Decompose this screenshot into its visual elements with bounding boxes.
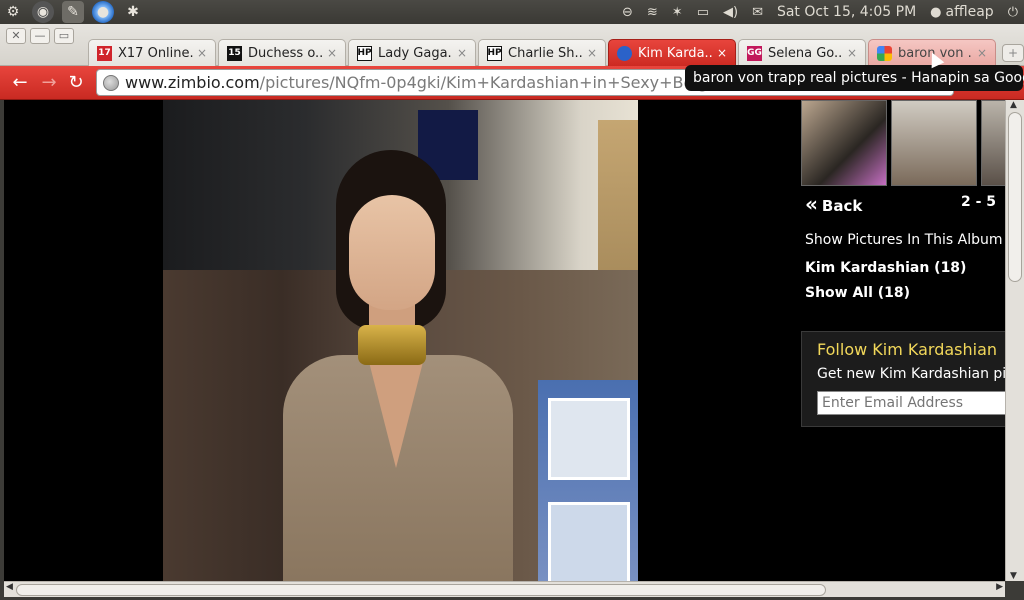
tab-tooltip: baron von trapp real pictures - Hanapin … xyxy=(685,65,1024,91)
tab-x17[interactable]: 17 X17 Online... × xyxy=(88,39,216,66)
forward-arrow-icon[interactable]: → xyxy=(37,72,61,94)
tab-duchess[interactable]: 15 Duchess o... × xyxy=(218,39,346,66)
thumbnail-strip xyxy=(801,100,1005,186)
volume-icon[interactable]: ◀) xyxy=(723,5,738,20)
close-tab-icon[interactable]: × xyxy=(327,46,337,60)
system-panel: ⚙ ◉ ✎ ● ✱ ⊖ ≋ ✶ ▭ ◀) ✉ Sat Oct 15, 4:05 … xyxy=(0,0,1024,24)
close-tab-icon[interactable]: × xyxy=(587,46,597,60)
settings-icon[interactable]: ✱ xyxy=(122,1,144,23)
photo-billboard-panel xyxy=(548,398,630,480)
main-photo[interactable] xyxy=(163,100,638,581)
tab-title: Lady Gaga... xyxy=(378,45,453,61)
thumbnail[interactable] xyxy=(801,100,887,186)
ubuntu-logo-icon[interactable]: ⚙ xyxy=(2,1,24,23)
back-arrow-icon[interactable]: ← xyxy=(8,72,32,94)
photo-subject-face xyxy=(349,195,435,310)
close-tab-icon[interactable]: × xyxy=(717,46,727,60)
scroll-down-icon[interactable]: ▼ xyxy=(1010,571,1017,581)
tab-favicon-icon: 15 xyxy=(227,45,242,61)
album-sidebar: «Back 2 - 5 Show Pictures In This Album … xyxy=(801,100,1005,581)
tab-title: Selena Go... xyxy=(768,45,843,61)
hp-favicon-icon: HP xyxy=(357,45,372,61)
tab-strip: 17 X17 Online... × 15 Duchess o... × HP … xyxy=(88,39,1024,66)
thumbnail[interactable] xyxy=(981,100,1005,186)
hp-favicon-icon: HP xyxy=(487,45,502,61)
wifi-icon[interactable]: ≋ xyxy=(647,5,658,20)
close-tab-icon[interactable]: × xyxy=(847,46,857,60)
globe-icon xyxy=(103,74,119,91)
album-link-show-all[interactable]: Show All (18) xyxy=(805,285,910,301)
gg-favicon-icon: GG xyxy=(747,45,762,61)
follow-title: Follow Kim Kardashian xyxy=(817,340,998,359)
power-icon[interactable]: ⏻ xyxy=(1008,5,1018,20)
follow-description: Get new Kim Kardashian pictu xyxy=(817,366,1005,382)
browser-tab-bar: ✕ — ▭ 17 X17 Online... × 15 Duchess o...… xyxy=(0,24,1024,66)
close-tab-icon[interactable]: × xyxy=(977,46,987,60)
chromium-icon[interactable]: ● xyxy=(92,1,114,23)
tab-title: Charlie Sh... xyxy=(508,45,583,61)
back-label: Back xyxy=(821,197,863,215)
follow-box: Follow Kim Kardashian Get new Kim Kardas… xyxy=(801,331,1005,427)
launcher-icons: ⚙ ◉ ✎ ● ✱ xyxy=(2,1,144,23)
tab-charlie-sheen[interactable]: HP Charlie Sh... × xyxy=(478,39,606,66)
vertical-scrollbar[interactable]: ▲ ▼ xyxy=(1005,100,1024,581)
tab-kim-kardashian-active[interactable]: Kim Karda... × xyxy=(608,39,736,66)
tab-selena-gomez[interactable]: GG Selena Go... × xyxy=(738,39,866,66)
photo-subject-neckline xyxy=(368,358,424,468)
thumbnail[interactable] xyxy=(891,100,977,186)
vertical-scroll-thumb[interactable] xyxy=(1008,112,1022,282)
window-controls: ✕ — ▭ xyxy=(6,28,74,44)
horizontal-scrollbar[interactable]: ◀ ▶ xyxy=(4,581,1005,597)
web-page: «Back 2 - 5 Show Pictures In This Album … xyxy=(4,100,1005,581)
zimbio-favicon-icon xyxy=(617,45,632,61)
close-window-button[interactable]: ✕ xyxy=(6,28,26,44)
double-chevron-left-icon: « xyxy=(805,192,818,216)
new-tab-button[interactable]: + xyxy=(1002,44,1024,62)
network-status-icon[interactable]: ⊖ xyxy=(622,5,633,20)
album-link-kim-kardashian[interactable]: Kim Kardashian (18) xyxy=(805,260,966,276)
panel-clock[interactable]: Sat Oct 15, 4:05 PM xyxy=(777,4,916,20)
thumbnail-range: 2 - 5 xyxy=(961,194,997,210)
tab-title: Duchess o... xyxy=(248,45,323,61)
mail-icon[interactable]: ✉ xyxy=(752,5,763,20)
close-tab-icon[interactable]: × xyxy=(197,46,207,60)
minimize-window-button[interactable]: — xyxy=(30,28,50,44)
scroll-left-icon[interactable]: ◀ xyxy=(6,582,13,592)
url-host: www.zimbio.com xyxy=(125,73,260,92)
google-favicon-icon xyxy=(877,45,892,61)
back-link[interactable]: «Back xyxy=(805,192,862,216)
reload-icon[interactable]: ↻ xyxy=(64,72,88,94)
horizontal-scroll-thumb[interactable] xyxy=(16,584,826,596)
email-input[interactable] xyxy=(817,391,1005,415)
bluetooth-icon[interactable]: ✶ xyxy=(672,5,683,20)
battery-icon[interactable]: ▭ xyxy=(697,5,709,20)
close-tab-icon[interactable]: × xyxy=(457,46,467,60)
user-icon: ● xyxy=(930,4,942,20)
scroll-right-icon[interactable]: ▶ xyxy=(996,582,1003,592)
maximize-window-button[interactable]: ▭ xyxy=(54,28,74,44)
album-heading: Show Pictures In This Album W xyxy=(805,232,1005,248)
photo-billboard-panel xyxy=(548,502,630,581)
photo-subject-collar xyxy=(358,325,426,365)
tab-lady-gaga[interactable]: HP Lady Gaga... × xyxy=(348,39,476,66)
text-editor-icon[interactable]: ✎ xyxy=(62,1,84,23)
tab-title: X17 Online... xyxy=(118,45,193,61)
tab-title: Kim Karda... xyxy=(638,45,713,61)
scroll-up-icon[interactable]: ▲ xyxy=(1010,100,1017,110)
x17-favicon-icon: 17 xyxy=(97,45,112,61)
app-icon[interactable]: ◉ xyxy=(32,1,54,23)
panel-indicators: ⊖ ≋ ✶ ▭ ◀) ✉ Sat Oct 15, 4:05 PM ● affle… xyxy=(622,0,1018,24)
panel-user[interactable]: affleap xyxy=(946,4,994,20)
